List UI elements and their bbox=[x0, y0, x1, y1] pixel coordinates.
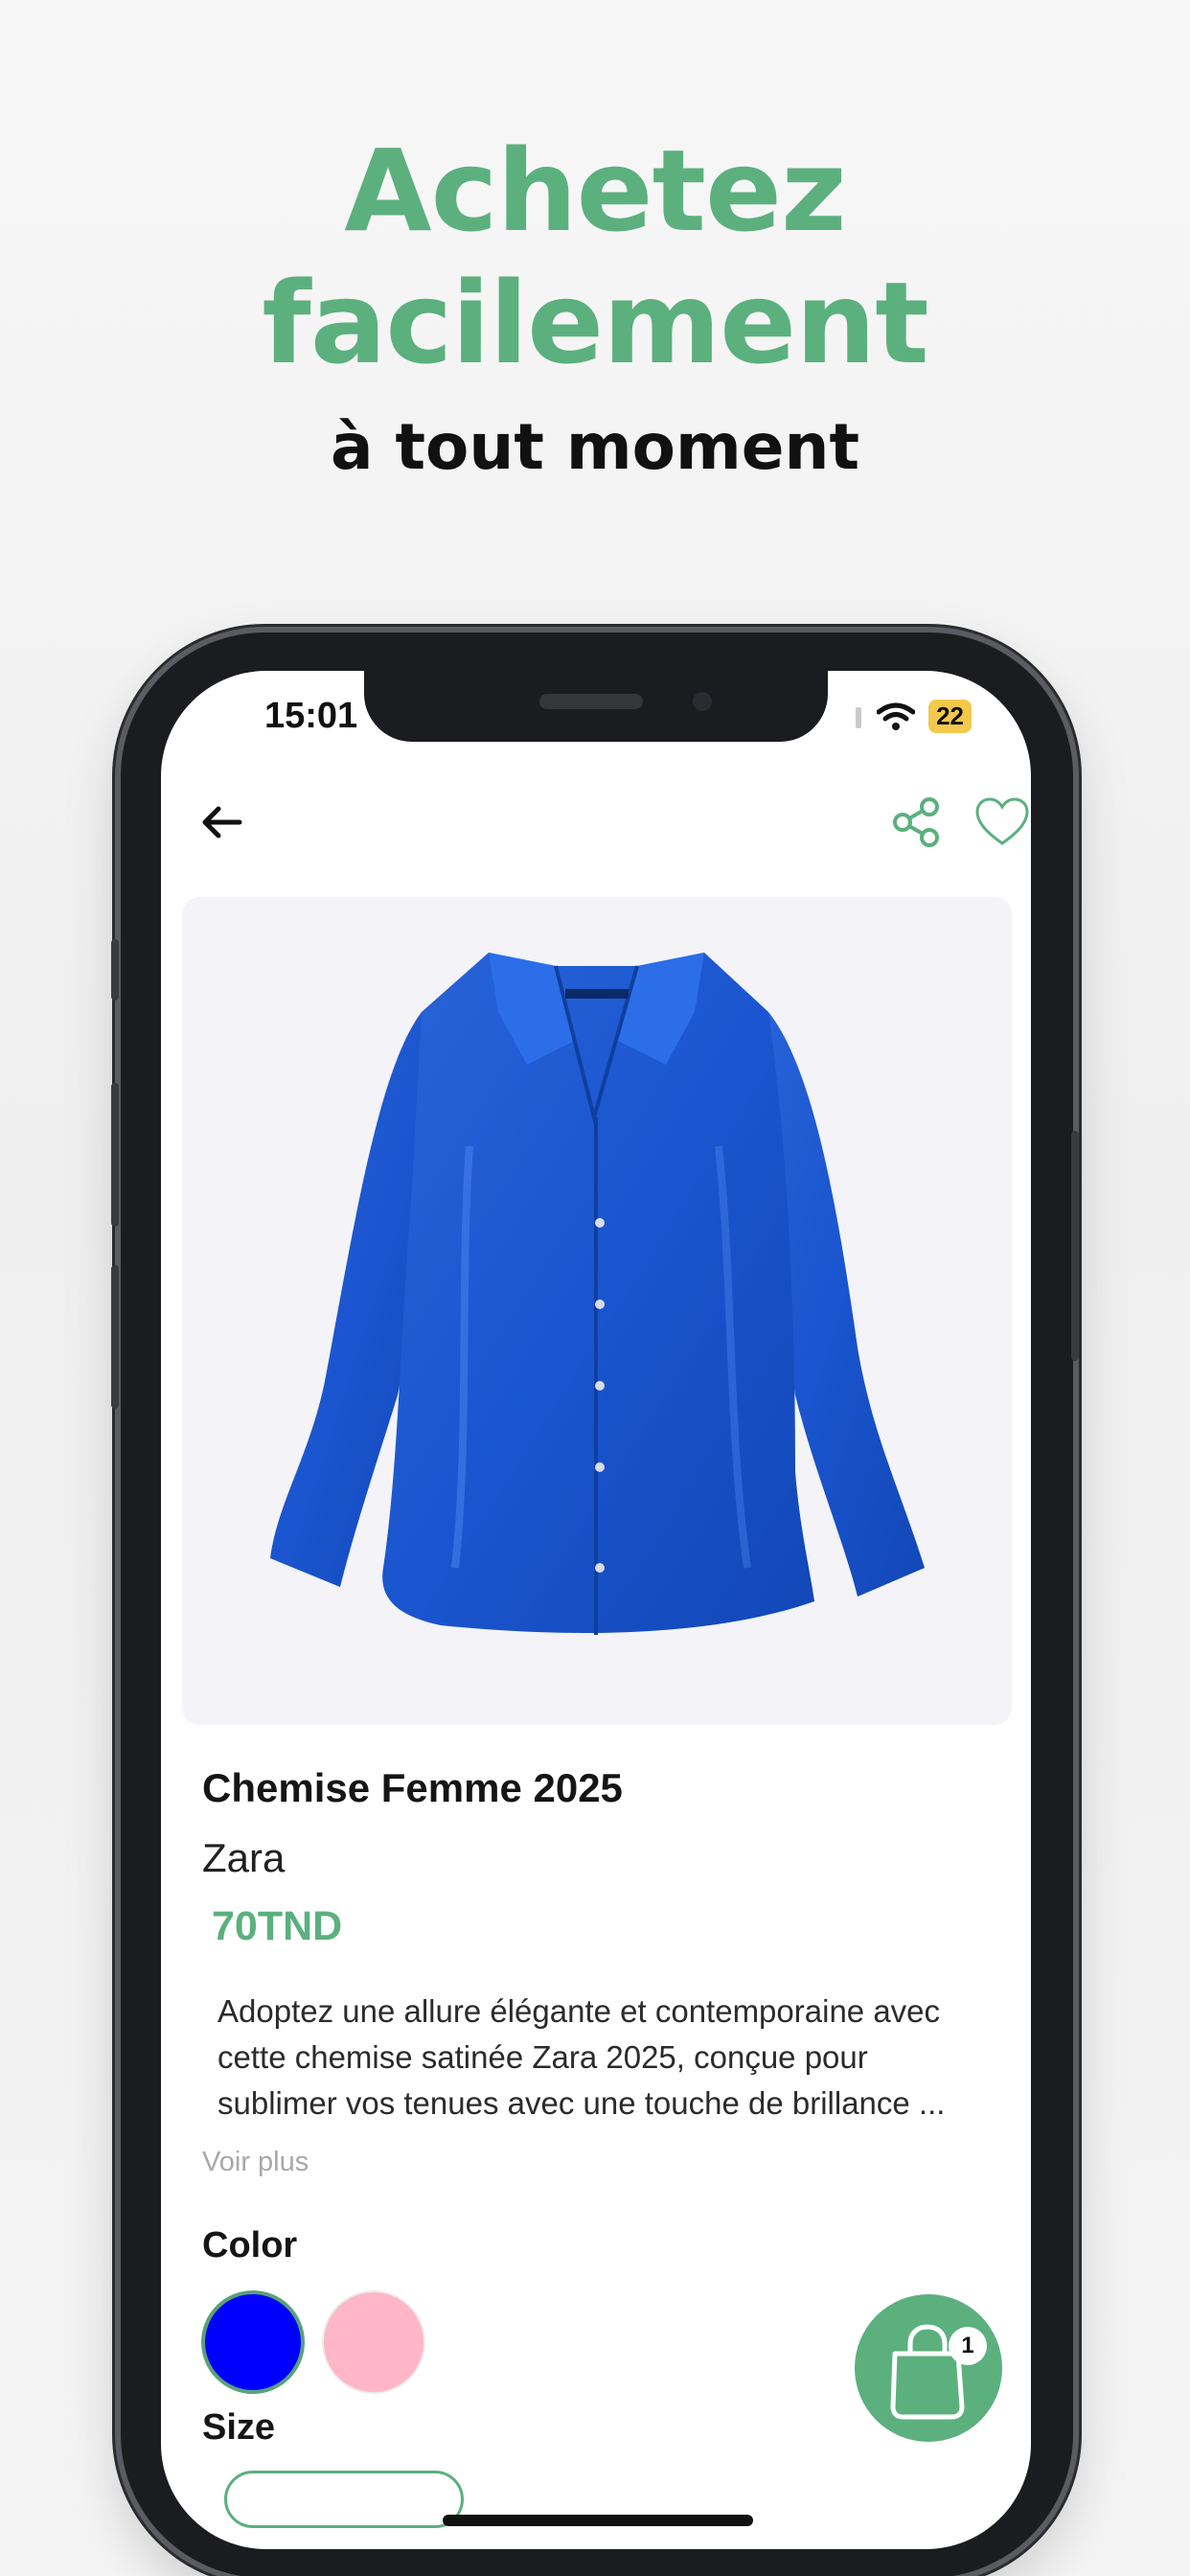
wifi-icon bbox=[877, 702, 916, 730]
speaker bbox=[539, 694, 643, 709]
color-swatch-blue[interactable] bbox=[201, 2290, 305, 2394]
battery-indicator: 22 bbox=[928, 700, 972, 733]
promo-headline-line1: Achetez bbox=[344, 125, 846, 257]
product-brand: Zara bbox=[202, 1835, 286, 1880]
heart-icon[interactable] bbox=[973, 794, 1031, 851]
share-icon[interactable] bbox=[887, 794, 945, 851]
size-option[interactable] bbox=[224, 2471, 464, 2528]
promo-headline: Achetez facilement bbox=[0, 125, 1190, 389]
blouse-illustration bbox=[270, 953, 925, 1635]
signal-icon bbox=[856, 706, 862, 728]
status-time: 15:01 bbox=[264, 696, 358, 736]
color-swatch-pink[interactable] bbox=[322, 2290, 425, 2394]
see-more-link[interactable]: Voir plus bbox=[202, 2147, 309, 2178]
shopping-bag-icon bbox=[890, 2324, 965, 2420]
promo-headline-line2: facilement bbox=[262, 257, 928, 389]
phone-volume-up bbox=[111, 1083, 119, 1227]
phone-screen: 15:01 22 Chemise Femme 2025 Zara 70TND A… bbox=[161, 671, 1031, 2549]
home-indicator[interactable] bbox=[443, 2515, 753, 2526]
color-label: Color bbox=[202, 2225, 298, 2266]
app-bar bbox=[161, 794, 1031, 851]
status-indicators: 22 bbox=[854, 700, 972, 733]
phone-volume-down bbox=[111, 1265, 119, 1409]
product-description: Adoptez une allure élégante et contempor… bbox=[217, 1993, 946, 2121]
notch bbox=[364, 671, 828, 742]
size-label: Size bbox=[202, 2407, 276, 2448]
cart-button[interactable]: 1 bbox=[855, 2294, 1002, 2442]
phone-side-button bbox=[111, 939, 119, 1000]
phone-power-button bbox=[1071, 1131, 1079, 1361]
product-name: Chemise Femme 2025 bbox=[202, 1765, 623, 1810]
front-camera bbox=[693, 692, 712, 711]
back-arrow-icon[interactable] bbox=[195, 799, 247, 845]
product-price: 70TND bbox=[212, 1903, 343, 1949]
cart-count-badge: 1 bbox=[949, 2327, 987, 2365]
product-image[interactable] bbox=[182, 897, 1012, 1725]
promo-subline: à tout moment bbox=[330, 410, 860, 484]
